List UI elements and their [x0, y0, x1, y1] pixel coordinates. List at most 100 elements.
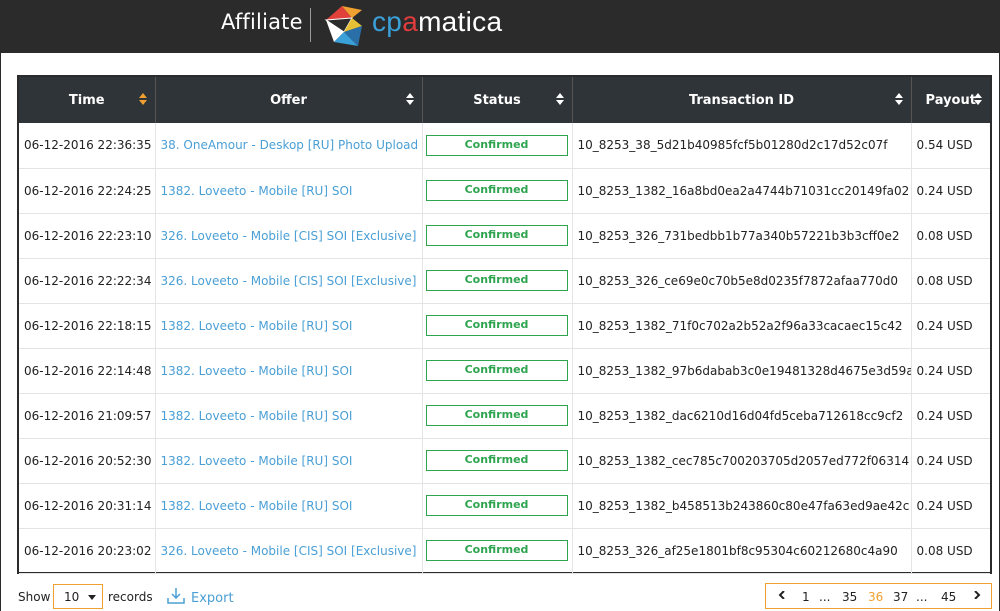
- column-header-transaction-id[interactable]: Transaction ID: [572, 77, 912, 123]
- status-badge: Confirmed: [425, 315, 568, 336]
- time-cell: 06-12-2016 22:23:10: [19, 213, 156, 259]
- payout-cell: 0.24 USD: [911, 483, 990, 529]
- transaction-id-cell: 10_8253_1382_cec785c700203705d2057ed772f…: [572, 438, 912, 484]
- payout-cell: 0.08 USD: [911, 528, 990, 574]
- status-cell: Confirmed: [422, 213, 573, 259]
- pagination-ellipsis: ...: [916, 590, 928, 604]
- status-badge: Confirmed: [425, 180, 568, 201]
- time-cell: 06-12-2016 21:09:57: [19, 393, 156, 439]
- column-header-status[interactable]: Status: [422, 77, 573, 123]
- status-cell: Confirmed: [422, 438, 573, 484]
- column-label: Transaction ID: [688, 92, 795, 108]
- page-link-next[interactable]: 37: [893, 590, 908, 604]
- sort-icon[interactable]: [894, 93, 903, 105]
- time-cell: 06-12-2016 22:36:35: [19, 123, 156, 169]
- status-cell: Confirmed: [422, 303, 573, 349]
- offer-link[interactable]: 1382. Loveeto - Mobile [RU] SOI: [155, 438, 423, 484]
- time-cell: 06-12-2016 20:52:30: [19, 438, 156, 484]
- offer-link[interactable]: 1382. Loveeto - Mobile [RU] SOI: [155, 393, 423, 439]
- offer-link[interactable]: 326. Loveeto - Mobile [CIS] SOI [Exclusi…: [155, 528, 423, 574]
- table-row: 06-12-2016 22:22:34 326. Loveeto - Mobil…: [19, 258, 990, 304]
- status-badge: Confirmed: [425, 405, 568, 426]
- status-cell: Confirmed: [422, 123, 573, 169]
- offer-link[interactable]: 1382. Loveeto - Mobile [RU] SOI: [155, 348, 423, 394]
- time-cell: 06-12-2016 22:24:25: [19, 168, 156, 214]
- time-cell: 06-12-2016 22:22:34: [19, 258, 156, 304]
- brand-part-a: a: [402, 6, 419, 37]
- table-header-row: Time Offer Status Transaction ID Payout: [19, 77, 990, 123]
- sort-icon[interactable]: [974, 93, 982, 105]
- page-link-last[interactable]: 45: [941, 590, 956, 604]
- status-cell: Confirmed: [422, 393, 573, 439]
- status-cell: Confirmed: [422, 528, 573, 574]
- sort-icon[interactable]: [555, 93, 564, 105]
- page-link-prev[interactable]: 35: [842, 590, 857, 604]
- column-header-offer[interactable]: Offer: [155, 77, 423, 123]
- column-label: Status: [473, 92, 521, 108]
- transaction-id-cell: 10_8253_1382_97b6dabab3c0e19481328d4675e…: [572, 348, 912, 394]
- offer-link[interactable]: 38. OneAmour - Deskop [RU] Photo Upload: [155, 123, 423, 169]
- page-link-first[interactable]: 1: [802, 590, 810, 604]
- table-row: 06-12-2016 22:18:15 1382. Loveeto - Mobi…: [19, 303, 990, 349]
- payout-cell: 0.24 USD: [911, 168, 990, 214]
- transaction-id-cell: 10_8253_1382_16a8bd0ea2a4744b71031cc2014…: [572, 168, 912, 214]
- table-row: 06-12-2016 22:24:25 1382. Loveeto - Mobi…: [19, 168, 990, 214]
- offer-link[interactable]: 326. Loveeto - Mobile [CIS] SOI [Exclusi…: [155, 258, 423, 304]
- table-row: 06-12-2016 20:23:02 326. Loveeto - Mobil…: [19, 528, 990, 574]
- sort-icon[interactable]: [138, 93, 147, 105]
- table-row: 06-12-2016 22:36:35 38. OneAmour - Desko…: [19, 123, 990, 169]
- table-row: 06-12-2016 20:52:30 1382. Loveeto - Mobi…: [19, 438, 990, 484]
- offer-link[interactable]: 326. Loveeto - Mobile [CIS] SOI [Exclusi…: [155, 213, 423, 259]
- transaction-id-cell: 10_8253_38_5d21b40985fcf5b01280d2c17d52c…: [572, 123, 912, 169]
- cpamatica-logo-icon: [324, 6, 362, 46]
- payout-cell: 0.24 USD: [911, 438, 990, 484]
- status-badge: Confirmed: [425, 450, 568, 471]
- brand-part-cp: cp: [372, 6, 403, 37]
- pagination: 1 ... 35 36 37 ... 45: [765, 583, 992, 609]
- status-badge: Confirmed: [425, 540, 568, 561]
- status-cell: Confirmed: [422, 168, 573, 214]
- status-cell: Confirmed: [422, 258, 573, 304]
- column-label: Offer: [270, 92, 307, 108]
- transaction-id-cell: 10_8253_326_731bedbb1b77a340b57221b3b3cf…: [572, 213, 912, 259]
- page-size-select[interactable]: 10: [53, 584, 103, 609]
- top-bar: Affiliate cpamatica: [0, 0, 1000, 53]
- payout-cell: 0.24 USD: [911, 348, 990, 394]
- chevron-left-icon[interactable]: [778, 591, 786, 599]
- status-badge: Confirmed: [425, 495, 568, 516]
- time-cell: 06-12-2016 22:14:48: [19, 348, 156, 394]
- column-header-payout[interactable]: Payout: [911, 77, 990, 123]
- time-cell: 06-12-2016 22:18:15: [19, 303, 156, 349]
- table-row: 06-12-2016 22:23:10 326. Loveeto - Mobil…: [19, 213, 990, 259]
- download-icon: [167, 588, 185, 604]
- page-link-current[interactable]: 36: [868, 590, 883, 604]
- offer-link[interactable]: 1382. Loveeto - Mobile [RU] SOI: [155, 303, 423, 349]
- status-badge: Confirmed: [425, 270, 568, 291]
- chevron-down-icon: [88, 595, 96, 600]
- offer-link[interactable]: 1382. Loveeto - Mobile [RU] SOI: [155, 483, 423, 529]
- sort-icon[interactable]: [405, 93, 414, 105]
- export-label: Export: [191, 591, 234, 606]
- records-label: records: [108, 590, 153, 604]
- time-cell: 06-12-2016 20:31:14: [19, 483, 156, 529]
- pagination-ellipsis: ...: [819, 590, 831, 604]
- chevron-right-icon[interactable]: [973, 591, 981, 599]
- time-cell: 06-12-2016 20:23:02: [19, 528, 156, 574]
- transaction-id-cell: 10_8253_326_af25e1801bf8c95304c60212680c…: [572, 528, 912, 574]
- payout-cell: 0.24 USD: [911, 303, 990, 349]
- column-header-time[interactable]: Time: [19, 77, 156, 123]
- status-badge: Confirmed: [425, 360, 568, 381]
- column-label: Payout: [925, 92, 976, 108]
- page-size-value: 10: [64, 590, 80, 604]
- payout-cell: 0.24 USD: [911, 393, 990, 439]
- status-cell: Confirmed: [422, 483, 573, 529]
- transaction-id-cell: 10_8253_326_ce69e0c70b5e8d0235f7872afaa7…: [572, 258, 912, 304]
- column-label: Time: [68, 92, 105, 108]
- offer-link[interactable]: 1382. Loveeto - Mobile [RU] SOI: [155, 168, 423, 214]
- transaction-id-cell: 10_8253_1382_b458513b243860c80e47fa63ed9…: [572, 483, 912, 529]
- show-label: Show: [18, 590, 51, 604]
- brand-name: cpamatica: [372, 6, 502, 38]
- transaction-id-cell: 10_8253_1382_dac6210d16d04fd5ceba712618c…: [572, 393, 912, 439]
- status-cell: Confirmed: [422, 348, 573, 394]
- status-badge: Confirmed: [425, 225, 568, 246]
